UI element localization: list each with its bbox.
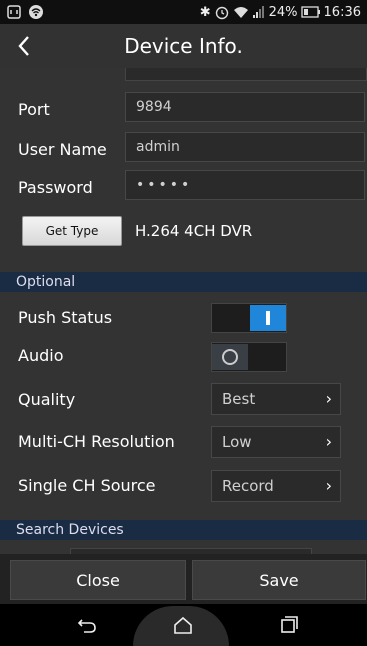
alarm-icon [215, 6, 228, 20]
toggle-on-icon [266, 311, 270, 325]
single-ch-source-select[interactable]: Record › [211, 470, 341, 502]
quality-label: Quality [18, 390, 76, 409]
port-input[interactable]: 9894 [125, 92, 365, 122]
password-label: Password [18, 178, 93, 197]
toggle-off-icon [222, 349, 238, 365]
home-nav-icon[interactable] [172, 614, 194, 636]
username-input[interactable]: admin [125, 132, 365, 162]
data-transfer-icon [7, 5, 21, 19]
quality-select[interactable]: Best › [211, 383, 341, 415]
chevron-right-icon: › [325, 389, 332, 408]
bluetooth-icon: ✱ [199, 4, 211, 20]
multi-ch-resolution-select[interactable]: Low › [211, 426, 341, 458]
multi-ch-resolution-label: Multi-CH Resolution [18, 432, 175, 451]
chevron-right-icon: › [325, 432, 332, 451]
push-status-label: Push Status [18, 308, 113, 327]
status-left-icons [6, 4, 44, 20]
signal-icon [252, 6, 264, 18]
audio-label: Audio [18, 346, 64, 365]
password-input[interactable]: ••••• [125, 170, 365, 200]
close-button[interactable]: Close [10, 560, 186, 600]
page-title: Device Info. [124, 34, 243, 58]
multi-ch-resolution-value: Low [222, 433, 252, 451]
quality-value: Best [222, 390, 256, 408]
action-bar: Close Save [0, 554, 367, 604]
push-status-toggle[interactable] [211, 303, 287, 333]
section-header-optional: Optional [0, 272, 367, 292]
scrolled-field-edge [125, 68, 367, 81]
status-bar: ✱ 24% 16:36 [0, 0, 367, 24]
device-info-form: Port 9894 User Name admin Password •••••… [0, 68, 367, 554]
toggle-on-knob [250, 305, 286, 331]
system-nav-bar [0, 604, 367, 646]
battery-percent: 24% [268, 4, 298, 20]
status-right-icons: ✱ 24% 16:36 [200, 4, 361, 20]
wifi-hotspot-icon [29, 5, 43, 19]
chevron-right-icon: › [325, 476, 332, 495]
save-button[interactable]: Save [192, 560, 366, 600]
device-type-value: H.264 4CH DVR [135, 222, 253, 240]
title-bar: Device Info. [0, 24, 367, 68]
back-nav-icon[interactable] [76, 614, 98, 636]
battery-icon [300, 6, 320, 18]
username-label: User Name [18, 140, 107, 159]
audio-toggle[interactable] [211, 342, 287, 372]
get-type-button[interactable]: Get Type [22, 216, 122, 246]
port-label: Port [18, 100, 50, 119]
wifi-icon [233, 7, 248, 18]
clock: 16:36 [323, 4, 361, 20]
single-ch-source-label: Single CH Source [18, 476, 156, 495]
section-header-search-devices: Search Devices [0, 520, 367, 540]
recent-apps-icon[interactable] [278, 614, 300, 636]
single-ch-source-value: Record [222, 477, 274, 495]
toggle-off-knob [212, 344, 248, 370]
